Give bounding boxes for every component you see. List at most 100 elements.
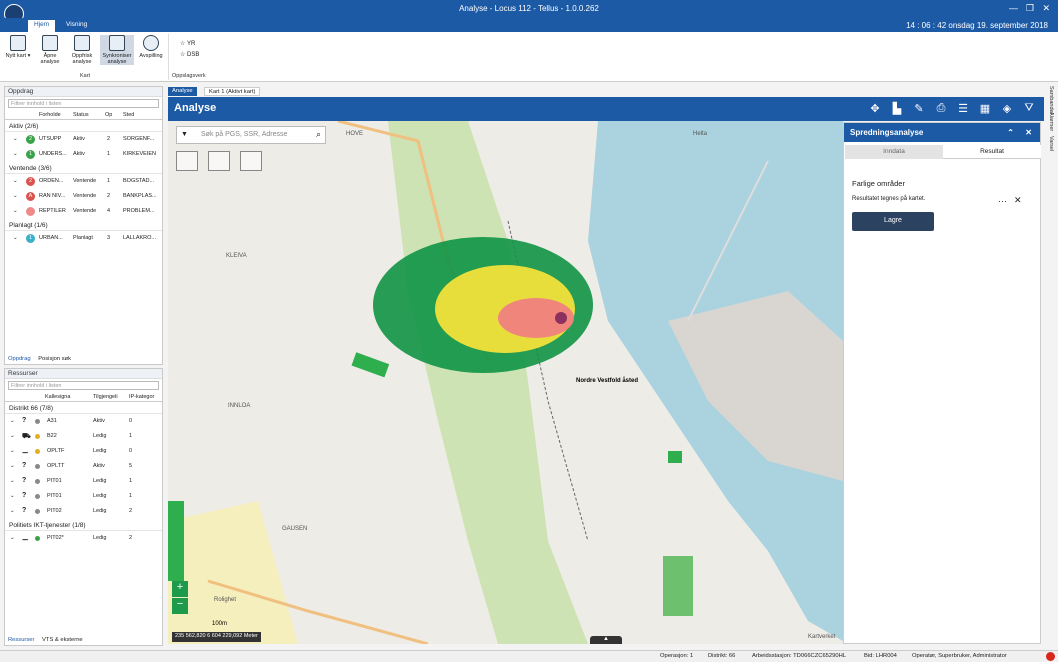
map-tool-1[interactable] [176, 151, 198, 171]
ressurs-row[interactable]: ⌄ ⚊ OPLTF Ledig 0 [5, 444, 162, 459]
rail-alarmer[interactable]: Alarmer [1048, 112, 1054, 131]
ressurs-row[interactable]: ⌄? PIT01 Ledig 1 [5, 489, 162, 504]
status-dot-icon [35, 494, 40, 499]
sync-analysis-button[interactable]: Synkroniser analyse [100, 35, 134, 65]
ressurs-row[interactable]: ⌄? PIT01 Ledig 1 [5, 474, 162, 489]
col-op[interactable]: Op [105, 112, 112, 118]
priority-badge: 1 [26, 234, 35, 243]
pencil-icon[interactable]: ✎ [912, 102, 926, 116]
building-icon[interactable]: ▙ [890, 102, 904, 116]
map-canvas[interactable]: ▼ Søk på PGS, SSR, Adresse ⌕ HOVE KLEIVA… [168, 121, 843, 644]
chevron-down-icon[interactable]: ⌄ [10, 535, 15, 541]
compass-icon[interactable]: ✥ [868, 102, 882, 116]
restore-icon[interactable]: ❐ [1026, 3, 1034, 14]
ressurser-group-header[interactable]: Distrikt 66 (7/8) [5, 402, 162, 414]
col-sted[interactable]: Sted [123, 112, 134, 118]
ressurs-row[interactable]: ⌄? OPLTT Aktiv 5 [5, 459, 162, 474]
tab-posisjon-sok[interactable]: Posisjon søk [38, 356, 71, 362]
search-icon[interactable]: ⌕ [316, 129, 321, 140]
tab-inndata[interactable]: Inndata [845, 145, 943, 159]
chevron-down-icon[interactable]: ⌄ [13, 136, 18, 142]
col-kallesignal[interactable]: Kallesigna [45, 394, 70, 400]
new-map-button[interactable]: Nytt kart ▾ [4, 35, 32, 59]
col-status[interactable]: Status [73, 112, 89, 118]
tab-resultat[interactable]: Resultat [943, 145, 1041, 159]
chevron-down-icon[interactable]: ⌄ [10, 418, 15, 424]
ressurser-filter-input[interactable]: Filtrer innhold i listen [8, 381, 159, 390]
map-tool-3[interactable] [240, 151, 262, 171]
open-analysis-button[interactable]: Åpne analyse [36, 35, 64, 65]
chevron-down-icon[interactable]: ⌄ [13, 151, 18, 157]
doc-tab-kart1[interactable]: Kart 1 (Aktivt kart) [204, 87, 261, 96]
filter-icon[interactable]: ⛛ [1022, 102, 1036, 116]
oppdrag-op: 1 [107, 178, 111, 184]
oppdrag-row[interactable]: ⌄ 1 URBAN... Planlagt 3 LALLAKRO... [5, 231, 162, 246]
chevron-down-icon[interactable]: ⌄ [10, 478, 15, 484]
col-tilgjengelighet[interactable]: Tilgjengeli [93, 394, 118, 400]
ressurs-status: Aktiv [93, 463, 105, 469]
ressurs-ip: 1 [129, 478, 133, 484]
layers-icon[interactable]: ◈ [1000, 102, 1014, 116]
ressurser-group-header[interactable]: Politiets IKT-tjenester (1/8) [5, 519, 162, 531]
chevron-down-icon[interactable]: ⌄ [13, 178, 18, 184]
priority-badge: A [26, 192, 35, 201]
remove-icon[interactable]: ✕ [1014, 195, 1022, 206]
oppdrag-row[interactable]: ⌄ 2 UTSUPP Aktiv 2 SORGENF... [5, 132, 162, 147]
tab-visning[interactable]: Visning [60, 20, 93, 32]
oppdrag-row[interactable]: ⌄ A RAN NIV... Ventende 2 BANKPLAS... [5, 189, 162, 204]
oppdrag-row[interactable]: ⌄ REPTILER Ventende 4 PROBLEM... [5, 204, 162, 219]
yr-button[interactable]: ☆ YR [180, 40, 195, 47]
zoom-out-button[interactable]: − [172, 598, 188, 614]
refresh-analysis-label: Oppfrisk analyse [71, 53, 93, 65]
col-ip-kategori[interactable]: IP-kategor [129, 394, 154, 400]
chevron-down-icon[interactable]: ⌄ [10, 448, 15, 454]
chevron-down-icon[interactable]: ⌄ [10, 463, 15, 469]
map-tool-2[interactable] [208, 151, 230, 171]
chevron-down-icon[interactable]: ⌄ [13, 235, 18, 241]
priority-badge: 2 [26, 177, 35, 186]
tab-vts-eksterne[interactable]: VTS & eksterne [42, 637, 83, 643]
refresh-analysis-button[interactable]: Oppfrisk analyse [68, 35, 96, 65]
ressurs-row[interactable]: ⌄ ⛟ B22 Ledig 1 [5, 429, 162, 444]
tab-ressurser[interactable]: Ressurser [8, 637, 34, 643]
tab-hjem[interactable]: Hjem [28, 20, 56, 32]
map-search-box[interactable]: ▼ Søk på PGS, SSR, Adresse ⌕ [176, 126, 326, 144]
more-options-icon[interactable]: ··· [998, 196, 1007, 206]
collapse-icon[interactable]: ⌃ [1007, 128, 1014, 137]
panel-close-icon[interactable]: ✕ [1025, 128, 1032, 137]
zoom-in-button[interactable]: + [172, 581, 188, 597]
oppdrag-group-header[interactable]: Aktiv (2/6) [5, 120, 162, 132]
ressurs-row[interactable]: ⌄? PIT02 Ledig 2 [5, 504, 162, 519]
playback-button[interactable]: Avspilling [136, 35, 166, 59]
close-icon[interactable]: ✕ [1042, 3, 1050, 14]
chevron-down-icon[interactable]: ⌄ [13, 208, 18, 214]
oppdrag-sted: SORGENF... [123, 136, 155, 142]
ressurs-name: OPLTF [47, 448, 65, 454]
map-search-input[interactable]: Søk på PGS, SSR, Adresse [201, 131, 287, 138]
print-icon[interactable]: ⎙ [934, 102, 948, 116]
oppdrag-row[interactable]: ⌄ 1 UNDERS... Aktiv 1 KIRKEVEIEN [5, 147, 162, 162]
oppdrag-group-header[interactable]: Ventende (3/6) [5, 162, 162, 174]
doc-tab-analyse[interactable]: Analyse [168, 87, 197, 96]
grid-icon[interactable]: ▦ [978, 102, 992, 116]
tab-oppdrag[interactable]: Oppdrag [8, 356, 31, 362]
oppdrag-filter-input[interactable]: Filtrer innhold i listen [8, 99, 159, 108]
list-icon[interactable]: ☰ [956, 102, 970, 116]
dsb-button[interactable]: ☆ DSB [180, 51, 199, 58]
minimize-icon[interactable]: — [1009, 3, 1018, 13]
col-forholde[interactable]: Forholde [39, 112, 61, 118]
map-expand-up-icon[interactable]: ▲ [590, 636, 622, 644]
chevron-down-icon[interactable]: ⌄ [10, 508, 15, 514]
chevron-down-icon[interactable]: ⌄ [10, 433, 15, 439]
rail-varsel[interactable]: Varsel [1048, 136, 1054, 151]
oppdrag-row[interactable]: ⌄ 2 ORDEN... Ventende 1 BOGSTAD... [5, 174, 162, 189]
chevron-down-icon[interactable]: ⌄ [13, 193, 18, 199]
yr-label: YR [186, 41, 196, 47]
chevron-down-icon[interactable]: ⌄ [10, 493, 15, 499]
ressurs-row[interactable]: ⌄? A31 Aktiv 0 [5, 414, 162, 429]
oppdrag-group-header[interactable]: Planlagt (1/6) [5, 219, 162, 231]
rail-sambandet[interactable]: Sambandet [1048, 86, 1054, 114]
lagre-button[interactable]: Lagre [852, 212, 934, 231]
search-dropdown-icon[interactable]: ▼ [181, 131, 188, 138]
ressurs-row[interactable]: ⌄ ⚊ PIT02* Ledig 2 [5, 531, 162, 546]
